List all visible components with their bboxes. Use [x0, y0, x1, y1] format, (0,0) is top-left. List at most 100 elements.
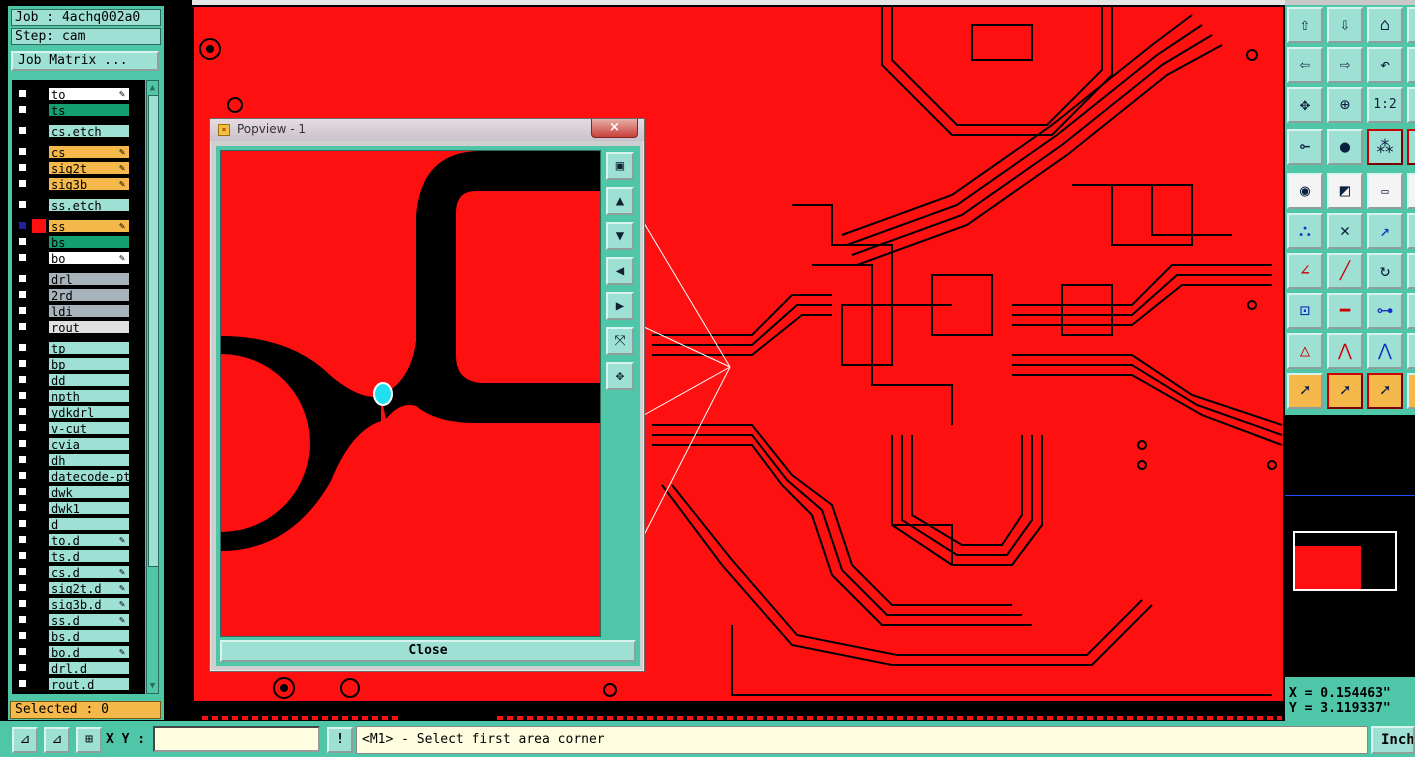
ruler-alt-icon[interactable]: ▭ — [1407, 173, 1415, 209]
layer-color-swatch[interactable] — [32, 405, 46, 419]
layer-checkbox[interactable] — [18, 375, 27, 384]
layer-color-swatch[interactable] — [32, 565, 46, 579]
layer-name[interactable]: ldi — [48, 304, 130, 318]
layer-row[interactable]: 2rd — [14, 288, 132, 302]
layer-color-swatch[interactable] — [32, 87, 46, 101]
measure-tool-icon[interactable]: ⟜ — [1287, 129, 1323, 165]
layer-checkbox[interactable] — [18, 359, 27, 368]
layer-name[interactable]: rout.d — [48, 677, 130, 691]
pad-icon[interactable]: ⊡ — [1287, 293, 1323, 329]
layer-name[interactable]: npth — [48, 389, 130, 403]
zoom-window-icon[interactable]: ▢ — [1407, 47, 1415, 83]
layer-row[interactable]: rout — [14, 320, 132, 334]
overview-map[interactable] — [1285, 415, 1415, 677]
layer-row[interactable]: dwk — [14, 485, 132, 499]
cross-icon[interactable]: ✕ — [1327, 213, 1363, 249]
layer-color-swatch[interactable] — [32, 272, 46, 286]
layer-row[interactable]: sig3b.d ✎ — [14, 597, 132, 611]
zoom-out-icon[interactable]: ⤧ — [606, 327, 634, 355]
layer-name[interactable]: bo ✎ — [48, 251, 130, 265]
layer-color-swatch[interactable] — [32, 501, 46, 515]
layer-row[interactable]: ss.etch — [14, 198, 132, 212]
point-icon[interactable]: ◉ — [1287, 173, 1323, 209]
layer-color-swatch[interactable] — [32, 304, 46, 318]
layer-name[interactable]: ss ✎ — [48, 219, 130, 233]
layer-color-swatch[interactable] — [32, 485, 46, 499]
layer-name[interactable]: drl.d — [48, 661, 130, 675]
scroll-down-icon[interactable]: ▼ — [147, 680, 158, 692]
layer-checkbox[interactable] — [18, 253, 27, 262]
arch-alt-icon[interactable]: ⋀ — [1367, 333, 1403, 369]
arch-extra-icon[interactable]: ⋀ — [1407, 333, 1415, 369]
layer-name[interactable]: datecode-pto — [48, 469, 130, 483]
layer-checkbox[interactable] — [18, 583, 27, 592]
layer-checkbox[interactable] — [18, 519, 27, 528]
layer-checkbox[interactable] — [18, 147, 27, 156]
layer-checkbox[interactable] — [18, 306, 27, 315]
layer-checkbox[interactable] — [18, 503, 27, 512]
layer-name[interactable]: cs.etch — [48, 124, 130, 138]
layer-color-swatch[interactable] — [32, 629, 46, 643]
layer-name[interactable]: bo.d ✎ — [48, 645, 130, 659]
layer-row[interactable]: bp — [14, 357, 132, 371]
line-alt-icon[interactable]: ↗ — [1407, 213, 1415, 249]
layer-name[interactable]: sig2t ✎ — [48, 161, 130, 175]
layer-checkbox[interactable] — [18, 237, 27, 246]
zoom-home-icon[interactable]: ⊞ — [1407, 87, 1415, 123]
ruler-icon[interactable]: ▭ — [1367, 173, 1403, 209]
overview-viewport[interactable] — [1293, 531, 1397, 591]
layer-name[interactable]: sig3b.d ✎ — [48, 597, 130, 611]
layer-name[interactable]: rout — [48, 320, 130, 334]
connect-icon[interactable]: ⛬ — [1287, 213, 1323, 249]
select-box-icon[interactable]: ➚ — [1327, 373, 1363, 409]
layer-row[interactable]: v-cut — [14, 421, 132, 435]
layer-row[interactable]: sig3b ✎ — [14, 177, 132, 191]
layer-row[interactable]: d — [14, 517, 132, 531]
layer-checkbox[interactable] — [18, 487, 27, 496]
layer-name[interactable]: bs.d — [48, 629, 130, 643]
angle-icon[interactable]: ∠ — [1287, 253, 1323, 289]
layer-name[interactable]: dwk1 — [48, 501, 130, 515]
layer-row[interactable]: dh — [14, 453, 132, 467]
layer-row[interactable]: ts.d — [14, 549, 132, 563]
layer-checkbox[interactable] — [18, 221, 27, 230]
layer-color-swatch[interactable] — [32, 533, 46, 547]
layer-name[interactable]: cvia — [48, 437, 130, 451]
layer-checkbox[interactable] — [18, 599, 27, 608]
pin-icon[interactable]: ● — [1327, 129, 1363, 165]
window-close-button[interactable]: × — [591, 119, 638, 138]
pan-left-icon[interactable]: ◀ — [606, 257, 634, 285]
layer-checkbox[interactable] — [18, 455, 27, 464]
back-icon[interactable]: ↶ — [1367, 47, 1403, 83]
layer-checkbox[interactable] — [18, 567, 27, 576]
layer-name[interactable]: ts.d — [48, 549, 130, 563]
layer-color-swatch[interactable] — [32, 161, 46, 175]
layer-checkbox[interactable] — [18, 89, 27, 98]
layer-row[interactable]: drl.d — [14, 661, 132, 675]
select-lasso-icon[interactable]: ➚ — [1367, 373, 1403, 409]
layer-name[interactable]: dwk — [48, 485, 130, 499]
layer-row[interactable]: npth — [14, 389, 132, 403]
layer-row[interactable]: sig2t ✎ — [14, 161, 132, 175]
layer-row[interactable]: cvia — [14, 437, 132, 451]
arch-icon[interactable]: ⋀ — [1327, 333, 1363, 369]
layer-color-swatch[interactable] — [32, 235, 46, 249]
layer-color-swatch[interactable] — [32, 177, 46, 191]
pan-right-icon[interactable]: ▶ — [606, 292, 634, 320]
scale-1-2-icon[interactable]: 1:2 — [1367, 87, 1403, 123]
units-button[interactable]: Inch — [1371, 726, 1415, 754]
pan-up-icon[interactable]: ▲ — [606, 187, 634, 215]
center-alt-icon[interactable]: ⊶ — [1407, 293, 1415, 329]
layer-name[interactable]: sig2t.d ✎ — [48, 581, 130, 595]
layer-color-swatch[interactable] — [32, 597, 46, 611]
layer-color-swatch[interactable] — [32, 469, 46, 483]
layer-checkbox[interactable] — [18, 647, 27, 656]
layer-row[interactable]: ts — [14, 103, 132, 117]
scroll-thumb[interactable] — [148, 95, 159, 567]
layer-name[interactable]: sig3b ✎ — [48, 177, 130, 191]
layer-color-swatch[interactable] — [32, 357, 46, 371]
net-alt-icon[interactable]: ⁂ — [1407, 129, 1415, 165]
pan-left-icon[interactable]: ⇦ — [1287, 47, 1323, 83]
layer-row[interactable]: ydkdrl — [14, 405, 132, 419]
layer-color-swatch[interactable] — [32, 341, 46, 355]
